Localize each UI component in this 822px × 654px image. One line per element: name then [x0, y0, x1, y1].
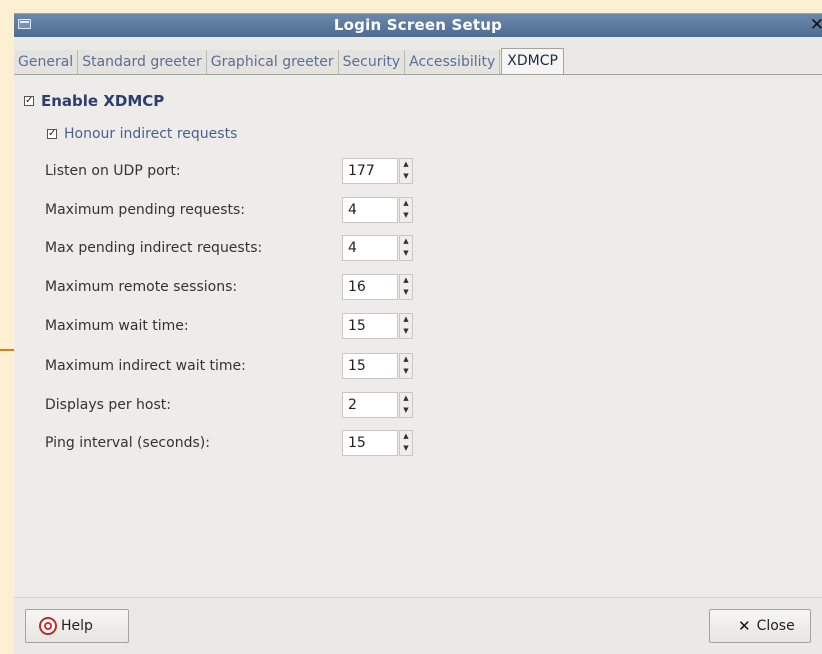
tab-xdmcp[interactable]: XDMCP — [501, 48, 564, 74]
max-indirect-wait-spinner[interactable]: 15 ▲ ▼ — [342, 353, 416, 381]
max-remote-sessions-spinner[interactable]: 16 ▲ ▼ — [342, 274, 416, 302]
udp-port-spinner[interactable]: 177 ▲ ▼ — [342, 158, 416, 186]
max-wait-time-stepper[interactable]: ▲ ▼ — [399, 313, 413, 339]
help-button[interactable]: Help — [25, 609, 129, 643]
spin-down-icon[interactable]: ▼ — [400, 326, 412, 338]
ping-interval-label: Ping interval (seconds): — [45, 435, 210, 451]
help-lifebuoy-icon — [39, 617, 57, 635]
max-wait-time-input[interactable]: 15 — [342, 313, 398, 339]
tab-general[interactable]: General — [14, 50, 79, 74]
max-indirect-wait-label: Maximum indirect wait time: — [45, 358, 246, 374]
spin-up-icon[interactable]: ▲ — [400, 236, 412, 248]
spin-up-icon[interactable]: ▲ — [400, 275, 412, 287]
displays-per-host-stepper[interactable]: ▲ ▼ — [399, 392, 413, 418]
honour-indirect-label: Honour indirect requests — [64, 126, 238, 142]
max-wait-time-label: Maximum wait time: — [45, 318, 189, 334]
max-pending-label: Maximum pending requests: — [45, 202, 246, 218]
max-pending-indirect-spinner[interactable]: 4 ▲ ▼ — [342, 235, 416, 263]
udp-port-label: Listen on UDP port: — [45, 163, 181, 179]
tab-accessibility[interactable]: Accessibility — [405, 50, 501, 74]
tab-graphical-greeter[interactable]: Graphical greeter — [206, 50, 339, 74]
honour-indirect-checkbox[interactable]: Honour indirect requests — [47, 126, 237, 142]
spin-down-icon[interactable]: ▼ — [400, 443, 412, 455]
help-button-label: Help — [61, 618, 93, 634]
max-pending-input[interactable]: 4 — [342, 197, 398, 223]
spin-down-icon[interactable]: ▼ — [400, 210, 412, 222]
spin-up-icon[interactable]: ▲ — [400, 314, 412, 326]
max-indirect-wait-stepper[interactable]: ▲ ▼ — [399, 353, 413, 379]
spin-down-icon[interactable]: ▼ — [400, 405, 412, 417]
max-remote-sessions-input[interactable]: 16 — [342, 274, 398, 300]
xdmcp-pane: Enable XDMCP Honour indirect requests Li… — [14, 74, 822, 598]
orange-accent-line — [0, 349, 14, 351]
max-pending-row: Maximum pending requests: 4 ▲ ▼ — [45, 197, 413, 223]
max-pending-indirect-label: Max pending indirect requests: — [45, 240, 263, 256]
spin-up-icon[interactable]: ▲ — [400, 159, 412, 171]
window-titlebar[interactable]: Login Screen Setup ✕ — [14, 13, 822, 37]
ping-interval-input[interactable]: 15 — [342, 430, 398, 456]
displays-per-host-input[interactable]: 2 — [342, 392, 398, 418]
enable-xdmcp-label: Enable XDMCP — [41, 92, 165, 110]
enable-xdmcp-check-icon[interactable] — [24, 96, 34, 106]
close-button-label: Close — [756, 618, 795, 634]
window-title: Login Screen Setup — [333, 16, 503, 34]
max-pending-indirect-input[interactable]: 4 — [342, 235, 398, 261]
displays-per-host-row: Displays per host: 2 ▲ ▼ — [45, 392, 413, 418]
max-pending-spinner[interactable]: 4 ▲ ▼ — [342, 197, 416, 225]
spin-down-icon[interactable]: ▼ — [400, 248, 412, 260]
close-button[interactable]: ✕ Close — [709, 609, 811, 643]
tab-standard-greeter[interactable]: Standard greeter — [78, 50, 207, 74]
spin-up-icon[interactable]: ▲ — [400, 431, 412, 443]
tab-bar: General Standard greeter Graphical greet… — [14, 48, 564, 74]
max-remote-sessions-stepper[interactable]: ▲ ▼ — [399, 274, 413, 300]
max-remote-sessions-row: Maximum remote sessions: 16 ▲ ▼ — [45, 274, 413, 300]
max-pending-stepper[interactable]: ▲ ▼ — [399, 197, 413, 223]
max-wait-time-spinner[interactable]: 15 ▲ ▼ — [342, 313, 416, 341]
close-x-icon: ✕ — [738, 617, 751, 635]
dialog-window: General Standard greeter Graphical greet… — [14, 37, 822, 654]
displays-per-host-spinner[interactable]: 2 ▲ ▼ — [342, 392, 416, 420]
enable-xdmcp-checkbox[interactable]: Enable XDMCP — [24, 92, 164, 110]
honour-indirect-check-icon[interactable] — [47, 129, 57, 139]
spin-down-icon[interactable]: ▼ — [400, 366, 412, 378]
spin-up-icon[interactable]: ▲ — [400, 198, 412, 210]
spin-up-icon[interactable]: ▲ — [400, 393, 412, 405]
max-pending-indirect-stepper[interactable]: ▲ ▼ — [399, 235, 413, 261]
max-indirect-wait-input[interactable]: 15 — [342, 353, 398, 379]
udp-port-input[interactable]: 177 — [342, 158, 398, 184]
ping-interval-stepper[interactable]: ▲ ▼ — [399, 430, 413, 456]
spin-down-icon[interactable]: ▼ — [400, 287, 412, 299]
displays-per-host-label: Displays per host: — [45, 397, 171, 413]
max-remote-sessions-label: Maximum remote sessions: — [45, 279, 238, 295]
max-pending-indirect-row: Max pending indirect requests: 4 ▲ ▼ — [45, 235, 413, 261]
udp-port-stepper[interactable]: ▲ ▼ — [399, 158, 413, 184]
ping-interval-row: Ping interval (seconds): 15 ▲ ▼ — [45, 430, 413, 456]
spin-up-icon[interactable]: ▲ — [400, 354, 412, 366]
max-indirect-wait-row: Maximum indirect wait time: 15 ▲ ▼ — [45, 353, 413, 379]
spin-down-icon[interactable]: ▼ — [400, 171, 412, 183]
max-wait-time-row: Maximum wait time: 15 ▲ ▼ — [45, 313, 413, 339]
udp-port-row: Listen on UDP port: 177 ▲ ▼ — [45, 158, 413, 184]
footer-separator — [14, 597, 822, 598]
tab-security[interactable]: Security — [338, 50, 406, 74]
window-close-icon[interactable]: ✕ — [810, 15, 822, 35]
ping-interval-spinner[interactable]: 15 ▲ ▼ — [342, 430, 416, 458]
